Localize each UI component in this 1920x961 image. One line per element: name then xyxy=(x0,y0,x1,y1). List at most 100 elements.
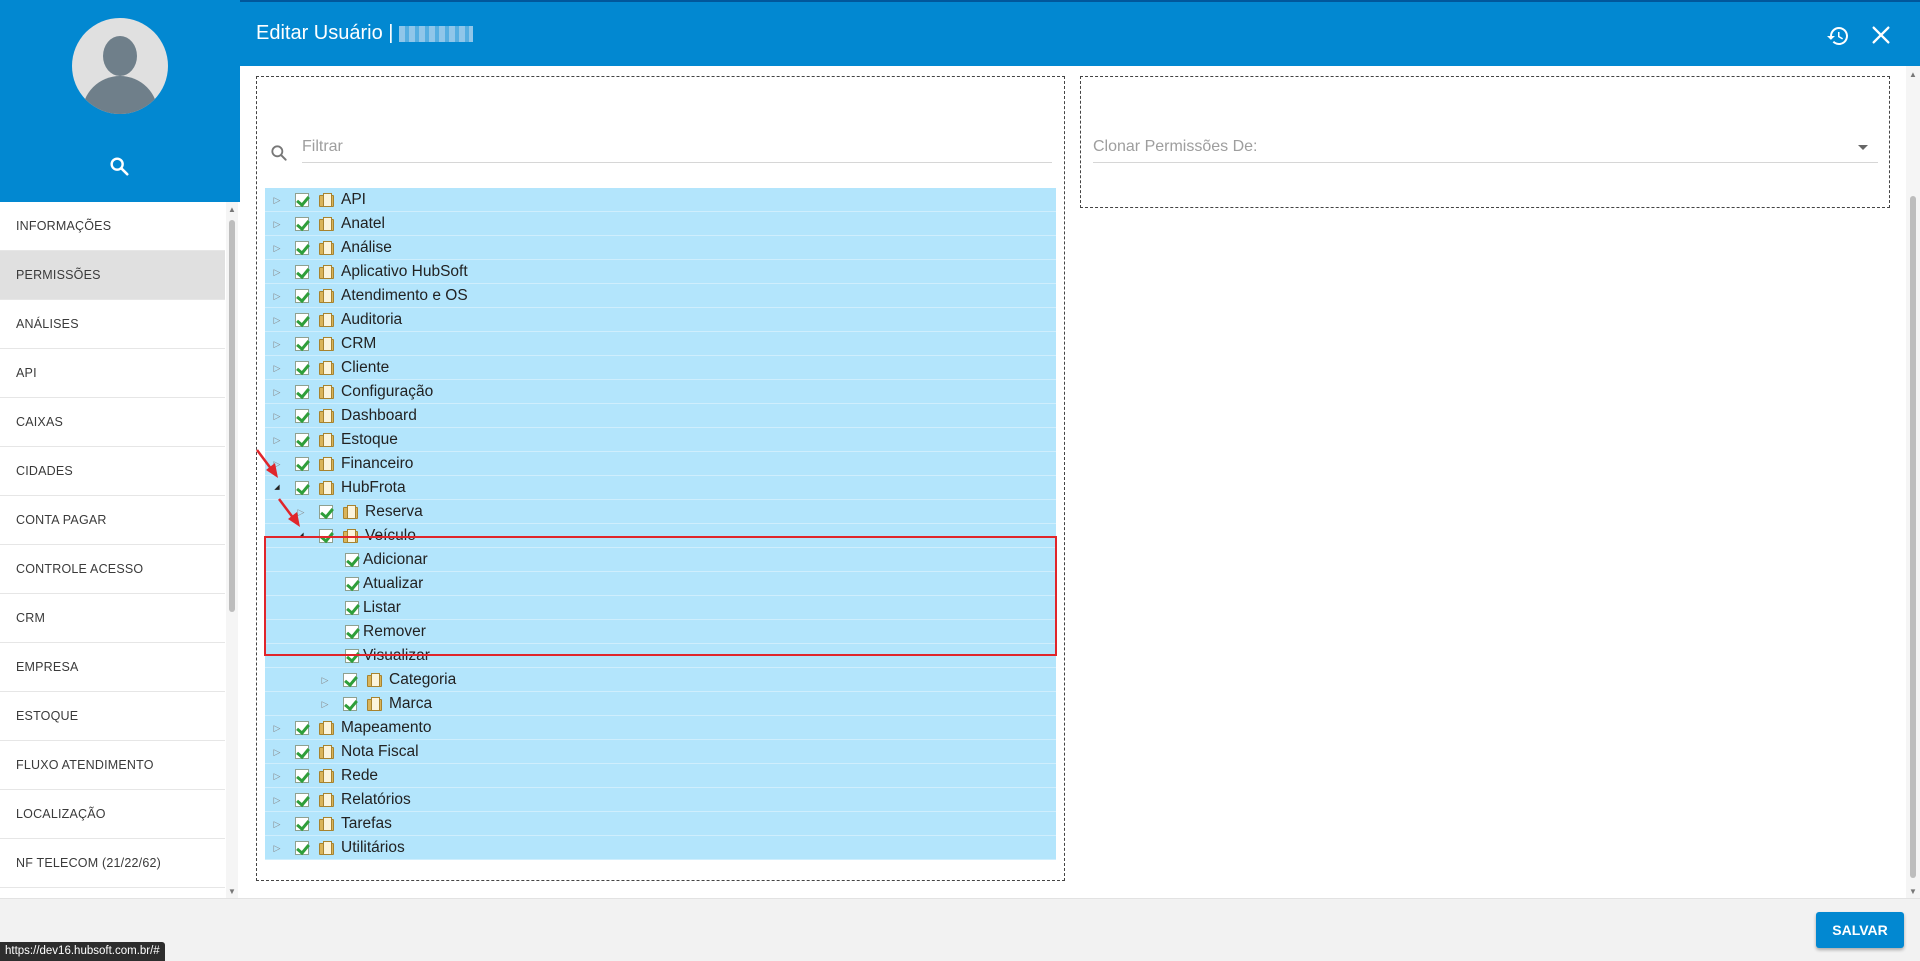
sidebar-item-cidades[interactable]: CIDADES xyxy=(0,447,225,496)
tree-collapse-icon[interactable]: ◢ xyxy=(295,529,307,543)
tree-folder-node[interactable]: ▷ Auditoria xyxy=(265,308,1056,332)
main-scrollbar[interactable]: ▲ ▼ xyxy=(1906,66,1920,898)
tree-folder-node[interactable]: ◢ HubFrota xyxy=(265,476,1056,500)
scroll-down-arrow-icon[interactable]: ▼ xyxy=(228,887,236,896)
permission-checkbox[interactable] xyxy=(295,265,309,279)
tree-folder-node[interactable]: ▷ Cliente xyxy=(265,356,1056,380)
tree-folder-node[interactable]: ◢ Veículo xyxy=(265,524,1056,548)
permission-checkbox[interactable] xyxy=(295,745,309,759)
scroll-up-arrow-icon[interactable]: ▲ xyxy=(1909,70,1917,79)
tree-leaf-node[interactable]: Visualizar xyxy=(265,644,1056,668)
sidebar-item-nf-telecom-21-22-62[interactable]: NF TELECOM (21/22/62) xyxy=(0,839,225,888)
search-icon[interactable] xyxy=(108,155,130,177)
tree-folder-node[interactable]: ▷ API xyxy=(265,188,1056,212)
permission-checkbox[interactable] xyxy=(295,841,309,855)
tree-leaf-node[interactable]: Remover xyxy=(265,620,1056,644)
avatar[interactable] xyxy=(72,18,168,114)
history-icon[interactable] xyxy=(1826,24,1850,48)
tree-expand-icon[interactable]: ▷ xyxy=(271,433,283,447)
sidebar-item-análises[interactable]: ANÁLISES xyxy=(0,300,225,349)
tree-expand-icon[interactable]: ▷ xyxy=(271,313,283,327)
tree-expand-icon[interactable]: ▷ xyxy=(271,193,283,207)
tree-expand-icon[interactable]: ▷ xyxy=(271,289,283,303)
permission-checkbox[interactable] xyxy=(295,361,309,375)
sidebar-item-api[interactable]: API xyxy=(0,349,225,398)
tree-folder-node[interactable]: ▷ Mapeamento xyxy=(265,716,1056,740)
tree-folder-node[interactable]: ▷ Análise xyxy=(265,236,1056,260)
permission-checkbox[interactable] xyxy=(295,409,309,423)
tree-folder-node[interactable]: ▷ Rede xyxy=(265,764,1056,788)
sidebar-item-permissões[interactable]: PERMISSÕES xyxy=(0,251,225,300)
sidebar-scrollbar[interactable]: ▲ ▼ xyxy=(226,202,238,898)
sidebar-item-conta-pagar[interactable]: CONTA PAGAR xyxy=(0,496,225,545)
sidebar-item-crm[interactable]: CRM xyxy=(0,594,225,643)
tree-leaf-node[interactable]: Atualizar xyxy=(265,572,1056,596)
sidebar-item-informações[interactable]: INFORMAÇÕES xyxy=(0,202,225,251)
scrollbar-thumb[interactable] xyxy=(229,220,235,612)
tree-folder-node[interactable]: ▷ Relatórios xyxy=(265,788,1056,812)
tree-folder-node[interactable]: ▷ Dashboard xyxy=(265,404,1056,428)
permission-checkbox[interactable] xyxy=(295,313,309,327)
permission-checkbox[interactable] xyxy=(343,697,357,711)
tree-folder-node[interactable]: ▷ Categoria xyxy=(265,668,1056,692)
scroll-down-arrow-icon[interactable]: ▼ xyxy=(1909,887,1917,896)
permission-checkbox[interactable] xyxy=(295,817,309,831)
scroll-up-arrow-icon[interactable]: ▲ xyxy=(228,205,236,214)
tree-expand-icon[interactable]: ▷ xyxy=(271,745,283,759)
tree-expand-icon[interactable]: ▷ xyxy=(271,361,283,375)
permission-checkbox[interactable] xyxy=(295,241,309,255)
permission-checkbox[interactable] xyxy=(295,793,309,807)
permission-checkbox[interactable] xyxy=(319,505,333,519)
tree-folder-node[interactable]: ▷ Anatel xyxy=(265,212,1056,236)
tree-expand-icon[interactable]: ▷ xyxy=(271,457,283,471)
tree-expand-icon[interactable]: ▷ xyxy=(271,385,283,399)
permission-checkbox[interactable] xyxy=(295,289,309,303)
close-icon[interactable] xyxy=(1870,24,1892,46)
permission-checkbox[interactable] xyxy=(319,529,333,543)
tree-expand-icon[interactable]: ▷ xyxy=(271,241,283,255)
permission-checkbox[interactable] xyxy=(295,769,309,783)
permission-checkbox[interactable] xyxy=(345,577,359,591)
permission-checkbox[interactable] xyxy=(295,217,309,231)
tree-expand-icon[interactable]: ▷ xyxy=(271,769,283,783)
clone-permissions-select[interactable]: Clonar Permissões De: xyxy=(1093,131,1878,163)
permission-checkbox[interactable] xyxy=(295,337,309,351)
tree-folder-node[interactable]: ▷ CRM xyxy=(265,332,1056,356)
tree-folder-node[interactable]: ▷ Nota Fiscal xyxy=(265,740,1056,764)
sidebar-item-fluxo-atendimento[interactable]: FLUXO ATENDIMENTO xyxy=(0,741,225,790)
tree-leaf-node[interactable]: Listar xyxy=(265,596,1056,620)
sidebar-item-caixas[interactable]: CAIXAS xyxy=(0,398,225,447)
sidebar-item-estoque[interactable]: ESTOQUE xyxy=(0,692,225,741)
filter-input[interactable] xyxy=(302,131,1052,163)
tree-folder-node[interactable]: ▷ Reserva xyxy=(265,500,1056,524)
sidebar-item-localização[interactable]: LOCALIZAÇÃO xyxy=(0,790,225,839)
tree-folder-node[interactable]: ▷ Configuração xyxy=(265,380,1056,404)
permission-checkbox[interactable] xyxy=(345,649,359,663)
tree-folder-node[interactable]: ▷ Utilitários xyxy=(265,836,1056,860)
permission-checkbox[interactable] xyxy=(295,721,309,735)
tree-collapse-icon[interactable]: ◢ xyxy=(271,481,283,495)
permission-checkbox[interactable] xyxy=(343,673,357,687)
permission-checkbox[interactable] xyxy=(345,553,359,567)
tree-leaf-node[interactable]: Adicionar xyxy=(265,548,1056,572)
tree-expand-icon[interactable]: ▷ xyxy=(271,721,283,735)
sidebar-item-controle-acesso[interactable]: CONTROLE ACESSO xyxy=(0,545,225,594)
permission-checkbox[interactable] xyxy=(295,193,309,207)
permission-checkbox[interactable] xyxy=(295,481,309,495)
permission-checkbox[interactable] xyxy=(345,625,359,639)
permission-checkbox[interactable] xyxy=(295,457,309,471)
tree-expand-icon[interactable]: ▷ xyxy=(271,841,283,855)
tree-expand-icon[interactable]: ▷ xyxy=(271,217,283,231)
tree-folder-node[interactable]: ▷ Marca xyxy=(265,692,1056,716)
tree-folder-node[interactable]: ▷ Aplicativo HubSoft xyxy=(265,260,1056,284)
tree-expand-icon[interactable]: ▷ xyxy=(319,673,331,687)
tree-folder-node[interactable]: ▷ Financeiro xyxy=(265,452,1056,476)
tree-expand-icon[interactable]: ▷ xyxy=(271,337,283,351)
scrollbar-thumb[interactable] xyxy=(1910,196,1916,878)
tree-folder-node[interactable]: ▷ Estoque xyxy=(265,428,1056,452)
tree-expand-icon[interactable]: ▷ xyxy=(319,697,331,711)
tree-expand-icon[interactable]: ▷ xyxy=(271,265,283,279)
permission-checkbox[interactable] xyxy=(295,433,309,447)
tree-expand-icon[interactable]: ▷ xyxy=(295,505,307,519)
permission-checkbox[interactable] xyxy=(345,601,359,615)
